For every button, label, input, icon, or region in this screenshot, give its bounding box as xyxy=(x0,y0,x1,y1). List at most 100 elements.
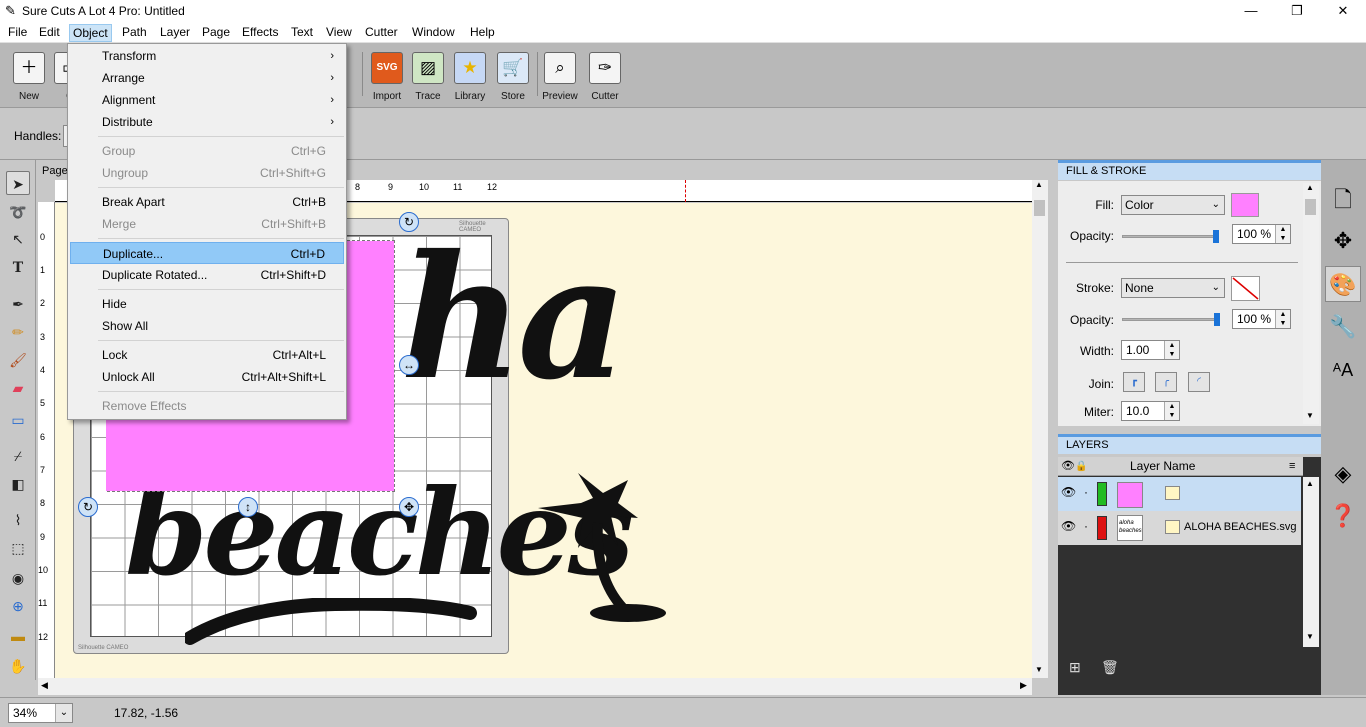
menu-item-duplicate[interactable]: Duplicate... Ctrl+D xyxy=(70,242,344,264)
visibility-eye-icon[interactable]: 👁 xyxy=(1061,485,1076,499)
scroll-thumb[interactable] xyxy=(1034,200,1045,216)
menu-layer[interactable]: Layer xyxy=(157,24,193,42)
hand-tool-icon[interactable]: ✋ xyxy=(6,654,30,678)
weld-tool-icon[interactable]: ◉ xyxy=(6,566,30,590)
import-button[interactable]: SVG Import xyxy=(367,50,407,106)
rotate-handle-icon[interactable]: ↻ xyxy=(399,212,419,232)
layers-menu-icon[interactable]: ≡ xyxy=(1289,457,1295,476)
pencil-tool-icon[interactable]: ✏ xyxy=(6,320,30,344)
palm-tree-icon[interactable] xyxy=(533,468,673,628)
scroll-left-icon[interactable]: ◀ xyxy=(41,680,48,691)
menu-item-alignment[interactable]: Alignment › xyxy=(70,89,344,111)
spinner-arrows-icon[interactable]: ▲ ▼ xyxy=(1164,341,1179,359)
resize-vertical-handle-icon[interactable]: ↕ xyxy=(238,497,258,517)
slider-knob[interactable] xyxy=(1214,313,1220,326)
path-tool-icon[interactable]: ⬚ xyxy=(6,536,30,560)
spinner-arrows-icon[interactable]: ▲ ▼ xyxy=(1275,310,1290,328)
layer-row[interactable]: 👁 · aloha beaches ALOHA BEACHES.svg xyxy=(1058,511,1301,545)
rotate-handle-bottom-icon[interactable]: ↻ xyxy=(78,497,98,517)
menu-item-distribute[interactable]: Distribute › xyxy=(70,111,344,133)
menu-item-break-apart[interactable]: Break Apart Ctrl+B xyxy=(70,191,344,213)
chevron-down-icon[interactable]: ⌄ xyxy=(55,704,72,722)
menu-help[interactable]: Help xyxy=(467,24,498,42)
canvas-vertical-scrollbar[interactable]: ▲ ▼ xyxy=(1032,180,1048,678)
canvas-horizontal-scrollbar[interactable]: ◀ ▶ xyxy=(38,678,1032,695)
stroke-opacity-input[interactable]: 100 % ▲ ▼ xyxy=(1232,309,1291,329)
menu-window[interactable]: Window xyxy=(409,24,458,42)
scroll-up-icon[interactable]: ▲ xyxy=(1035,180,1043,189)
menu-item-arrange[interactable]: Arrange › xyxy=(70,67,344,89)
zoom-select[interactable]: 34% ⌄ xyxy=(8,703,73,723)
close-button[interactable]: ✕ xyxy=(1320,0,1366,22)
menu-text[interactable]: Text xyxy=(288,24,316,42)
stroke-width-input[interactable]: 1.00 ▲ ▼ xyxy=(1121,340,1180,360)
spinner-arrows-icon[interactable]: ▲ ▼ xyxy=(1275,225,1290,243)
lock-dot-icon[interactable]: · xyxy=(1084,485,1088,499)
scroll-up-icon[interactable]: ▲ xyxy=(1306,479,1314,488)
wrench-icon[interactable]: 🔧 xyxy=(1325,309,1361,345)
document-icon[interactable]: 🗋 xyxy=(1325,182,1361,218)
preview-button[interactable]: ⌕ Preview xyxy=(540,50,580,106)
join-bevel-icon[interactable]: ◜ xyxy=(1188,372,1210,392)
eyedropper-tool-icon[interactable]: ⌿ xyxy=(6,444,30,468)
menu-item-unlock-all[interactable]: Unlock All Ctrl+Alt+Shift+L xyxy=(70,366,344,388)
scroll-right-icon[interactable]: ▶ xyxy=(1020,680,1027,691)
stroke-type-select[interactable]: None ⌄ xyxy=(1121,278,1225,298)
minimize-button[interactable]: — xyxy=(1228,0,1274,22)
fill-color-swatch[interactable] xyxy=(1231,193,1259,217)
layers-stack-icon[interactable]: ◈ xyxy=(1325,456,1361,492)
scroll-up-icon[interactable]: ▲ xyxy=(1306,183,1314,192)
eraser-tool-icon[interactable]: ▰ xyxy=(6,376,30,400)
text-style-icon[interactable]: ᴬA xyxy=(1325,352,1361,388)
visibility-eye-icon[interactable]: 👁 xyxy=(1061,519,1076,533)
menu-item-ungroup[interactable]: Ungroup Ctrl+Shift+G xyxy=(70,162,344,184)
fill-panel-scrollbar[interactable]: ▲ ▼ xyxy=(1303,183,1319,424)
palette-icon[interactable]: 🎨 xyxy=(1325,266,1361,302)
scroll-down-icon[interactable]: ▼ xyxy=(1306,632,1314,641)
menu-item-lock[interactable]: Lock Ctrl+Alt+L xyxy=(70,344,344,366)
menu-item-show-all[interactable]: Show All xyxy=(70,315,344,337)
brush-tool-icon[interactable]: 🖌 xyxy=(6,348,30,372)
menu-edit[interactable]: Edit xyxy=(36,24,63,42)
menu-file[interactable]: File xyxy=(5,24,30,42)
layer-row[interactable]: 👁 · xyxy=(1058,477,1301,511)
lock-dot-icon[interactable]: · xyxy=(1084,519,1088,533)
scroll-down-icon[interactable]: ▼ xyxy=(1035,665,1043,674)
fill-tool-icon[interactable]: ◧ xyxy=(6,472,30,496)
move-handle-icon[interactable]: ✥ xyxy=(399,497,419,517)
menu-page[interactable]: Page xyxy=(199,24,233,42)
move-arrows-icon[interactable]: ✥ xyxy=(1325,223,1361,259)
rectangle-tool-icon[interactable]: ▭ xyxy=(6,408,30,432)
artwork-text-top[interactable]: ha xyxy=(400,233,628,403)
slider-knob[interactable] xyxy=(1213,230,1219,243)
stroke-opacity-slider[interactable] xyxy=(1122,313,1220,326)
knife-tool-icon[interactable]: ⌇ xyxy=(6,508,30,532)
menu-item-hide[interactable]: Hide xyxy=(70,293,344,315)
zoom-tool-icon[interactable]: ⊕ xyxy=(6,594,30,618)
stroke-color-swatch[interactable] xyxy=(1231,276,1260,301)
trash-icon[interactable]: 🗑 xyxy=(1101,659,1119,676)
layers-scrollbar[interactable]: ▲ ▼ xyxy=(1303,477,1319,647)
add-layer-icon[interactable]: ⊞ xyxy=(1069,659,1081,676)
fill-opacity-slider[interactable] xyxy=(1122,230,1219,243)
menu-item-remove-effects[interactable]: Remove Effects xyxy=(70,395,344,417)
library-button[interactable]: ★ Library xyxy=(450,50,490,106)
scroll-down-icon[interactable]: ▼ xyxy=(1306,411,1314,420)
miter-input[interactable]: 10.0 ▲ ▼ xyxy=(1121,401,1180,421)
fill-type-select[interactable]: Color ⌄ xyxy=(1121,195,1225,215)
menu-object[interactable]: Object xyxy=(69,24,112,42)
spinner-arrows-icon[interactable]: ▲ ▼ xyxy=(1164,402,1179,420)
pen-tool-icon[interactable]: ✒ xyxy=(6,292,30,316)
join-round-icon[interactable]: ╭ xyxy=(1155,372,1177,392)
fill-opacity-input[interactable]: 100 % ▲ ▼ xyxy=(1232,224,1291,244)
menu-item-group[interactable]: Group Ctrl+G xyxy=(70,140,344,162)
menu-path[interactable]: Path xyxy=(119,24,150,42)
join-miter-icon[interactable]: ┏ xyxy=(1123,372,1145,392)
scroll-thumb[interactable] xyxy=(1305,199,1316,215)
page-tab[interactable]: Page xyxy=(39,162,69,180)
trace-button[interactable]: ▨ Trace xyxy=(408,50,448,106)
resize-horizontal-handle-icon[interactable]: ↔ xyxy=(399,355,419,375)
help-icon[interactable]: ❓ xyxy=(1325,498,1361,534)
menu-effects[interactable]: Effects xyxy=(239,24,281,42)
menu-view[interactable]: View xyxy=(323,24,355,42)
